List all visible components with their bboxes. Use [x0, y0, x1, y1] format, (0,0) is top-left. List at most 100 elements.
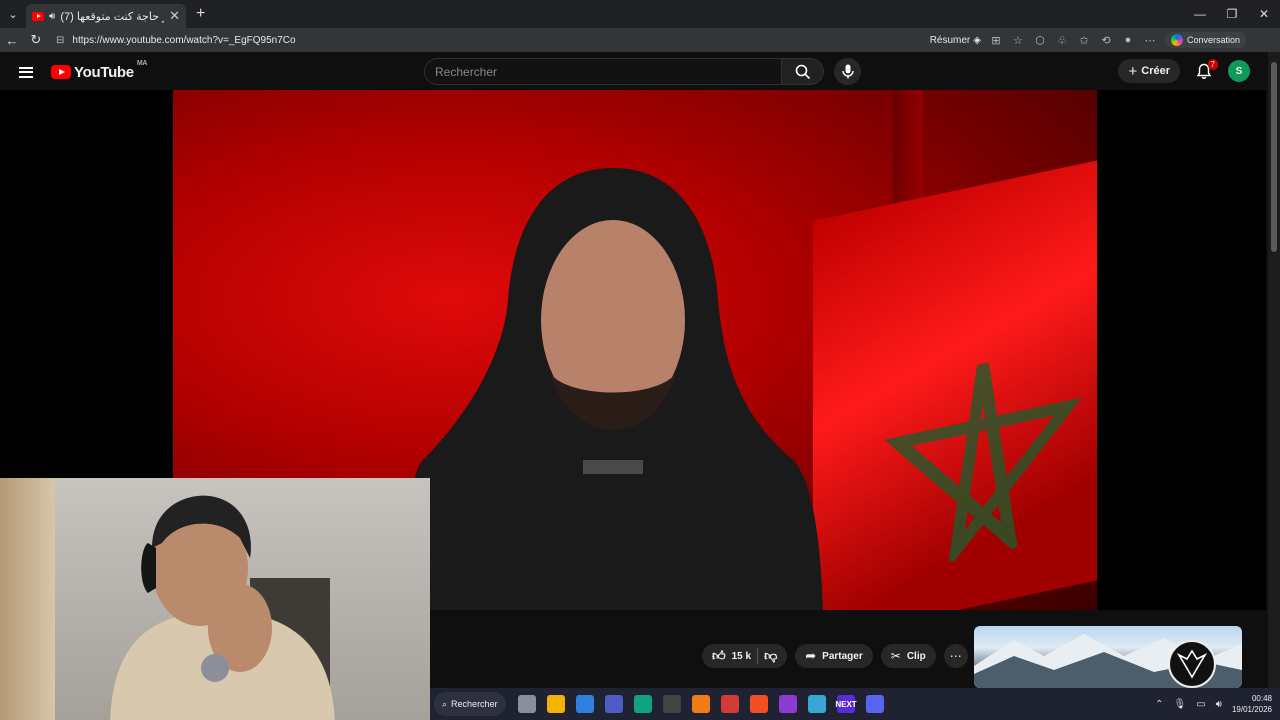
youtube-favicon-icon [32, 11, 44, 21]
chrome-icon[interactable] [663, 695, 681, 713]
next-icon[interactable]: NEXT [835, 695, 857, 713]
minimize-button[interactable]: — [1184, 7, 1216, 21]
youtube-header: YouTube MA Rechercher + Créer 7 S [0, 52, 1266, 92]
account-avatar[interactable]: S [1228, 60, 1250, 82]
clock-time: 00:48 [1251, 694, 1272, 703]
windows-taskbar: ⌕ Rechercher NEXT ⌃ 🎙︎ ▭ 🔊︎ 00:48 19/01/… [430, 688, 1280, 720]
volume-icon[interactable]: 🔊︎ [1216, 699, 1222, 710]
store-icon[interactable] [576, 695, 594, 713]
streamer-silhouette [110, 495, 335, 720]
search-icon [795, 64, 810, 79]
favorites-icon[interactable]: ✩ [1077, 34, 1091, 47]
show-hidden-icons-chevron-icon[interactable]: ⌃ [1155, 699, 1163, 710]
tab-title: (7) أخر حاجة كنت متوقعها - YouTube [60, 10, 164, 23]
share-arrow-icon: ➦ [805, 648, 817, 663]
brave-nightly-icon[interactable] [779, 695, 797, 713]
favorite-star-icon[interactable]: ☆ [1011, 34, 1025, 47]
restore-button[interactable]: ❐ [1216, 7, 1248, 21]
discord-icon[interactable] [866, 695, 884, 713]
below-video-area: 👍︎ 15 k 👎︎ ➦ Partager ✂ Clip ⋯ [430, 610, 1266, 688]
taskbar-search-icon: ⌕ [442, 698, 448, 709]
taskbar-apps: NEXT [518, 695, 884, 713]
extensions-icon[interactable]: ⬡ [1033, 34, 1047, 47]
phoenix-logo-icon [1176, 649, 1208, 679]
more-horizontal-icon: ⋯ [949, 649, 962, 663]
scrollbar-thumb[interactable] [1271, 62, 1277, 252]
site-info-icon[interactable]: ⊟ [56, 35, 64, 46]
copilot-icon [1170, 34, 1183, 46]
voice-search-button[interactable] [834, 58, 861, 85]
copilot-label: Conversation [1186, 35, 1240, 45]
edge-icon[interactable] [634, 695, 652, 713]
background-shelf [0, 478, 55, 720]
webcam-overlay [0, 478, 430, 720]
taskbar-clock[interactable]: 00:48 19/01/2026 [1232, 693, 1272, 715]
taskbar-search-label: Rechercher [451, 699, 498, 709]
window-icon[interactable] [808, 695, 826, 713]
taskbar-search[interactable]: ⌕ Rechercher [434, 692, 506, 716]
copilot-button[interactable]: Conversation [1164, 32, 1246, 48]
dislike-button[interactable]: 👎︎ [764, 648, 777, 664]
task-view-icon[interactable] [518, 695, 536, 713]
resume-button[interactable]: Résumer ◈ [930, 35, 981, 46]
more-actions-button[interactable]: ⋯ [943, 644, 968, 668]
tab-actions-menu-button[interactable]: ⌄ [0, 0, 26, 28]
system-tray: ⌃ 🎙︎ ▭ 🔊︎ 00:48 19/01/2026 [1155, 693, 1272, 715]
microphone-tray-icon[interactable]: 🎙︎ [1173, 699, 1186, 710]
channel-logo-watermark [1168, 640, 1216, 688]
active-tab[interactable]: 🔊︎ (7) أخر حاجة كنت متوقعها - YouTube ✕ [26, 4, 186, 28]
youtube-wordmark: YouTube [74, 63, 134, 81]
profile-icon[interactable]: ● [1121, 34, 1135, 46]
file-explorer-icon[interactable] [547, 695, 565, 713]
url-text[interactable]: https://www.youtube.com/watch?v=_EgFQ95n… [72, 35, 921, 46]
resume-label: Résumer [929, 34, 971, 46]
new-tab-button[interactable]: + [196, 5, 205, 23]
search-bar: Rechercher [424, 58, 861, 85]
window-controls: — ❐ ✕ [1184, 7, 1280, 21]
history-icon[interactable]: ⟲ [1099, 34, 1113, 47]
guide-menu-icon[interactable] [19, 66, 33, 78]
share-label: Partager [822, 650, 863, 662]
like-button[interactable]: 👍︎ 15 k [712, 648, 751, 664]
like-separator [757, 648, 759, 664]
notifications-button[interactable]: 7 [1194, 59, 1218, 81]
aimp-icon[interactable] [692, 695, 710, 713]
network-icon[interactable]: ▭ [1196, 699, 1205, 710]
more-menu-icon[interactable]: ⋯ [1143, 34, 1157, 47]
flag-star-icon [884, 362, 1082, 571]
microphone-icon [841, 64, 854, 79]
clip-button[interactable]: ✂ Clip [880, 644, 936, 668]
app-icon[interactable] [605, 695, 623, 713]
notification-badge: 7 [1207, 59, 1218, 70]
youtube-play-icon [51, 65, 71, 79]
search-button[interactable] [782, 58, 824, 85]
youtube-logo[interactable]: YouTube MA [51, 60, 147, 81]
address-field[interactable]: ⊟ https://www.youtube.com/watch?v=_EgFQ9… [56, 29, 1246, 51]
header-actions: + Créer 7 S [1118, 59, 1250, 83]
host-silhouette [403, 168, 823, 610]
brave-icon[interactable] [750, 695, 768, 713]
like-count: 15 k [731, 650, 752, 662]
create-button[interactable]: + Créer [1118, 59, 1180, 83]
browser-essentials-icon[interactable]: ♧ [1055, 34, 1069, 47]
share-button[interactable]: ➦ Partager [795, 644, 873, 668]
plus-icon: + [1128, 62, 1138, 80]
search-placeholder: Rechercher [435, 64, 498, 79]
refresh-button[interactable]: ↻ [24, 32, 48, 48]
back-button[interactable]: ← [0, 33, 24, 48]
search-input[interactable]: Rechercher [424, 58, 782, 85]
thumbs-up-icon: 👍︎ [712, 648, 726, 663]
close-tab-icon[interactable]: ✕ [169, 8, 180, 24]
clock-date: 19/01/2026 [1231, 705, 1272, 714]
speaker-icon[interactable]: 🔊︎ [49, 11, 55, 22]
thumbs-down-icon: 👎︎ [764, 648, 778, 663]
split-screen-icon[interactable]: ⊞ [989, 34, 1003, 47]
country-code: MA [136, 59, 148, 67]
close-window-button[interactable]: ✕ [1248, 7, 1280, 21]
scissors-icon: ✂ [890, 649, 901, 663]
page-scrollbar[interactable] [1268, 52, 1280, 688]
moroccan-flag [813, 159, 1097, 610]
office-icon[interactable] [721, 695, 739, 713]
resume-icon: ◈ [973, 34, 981, 46]
create-label: Créer [1141, 65, 1170, 77]
